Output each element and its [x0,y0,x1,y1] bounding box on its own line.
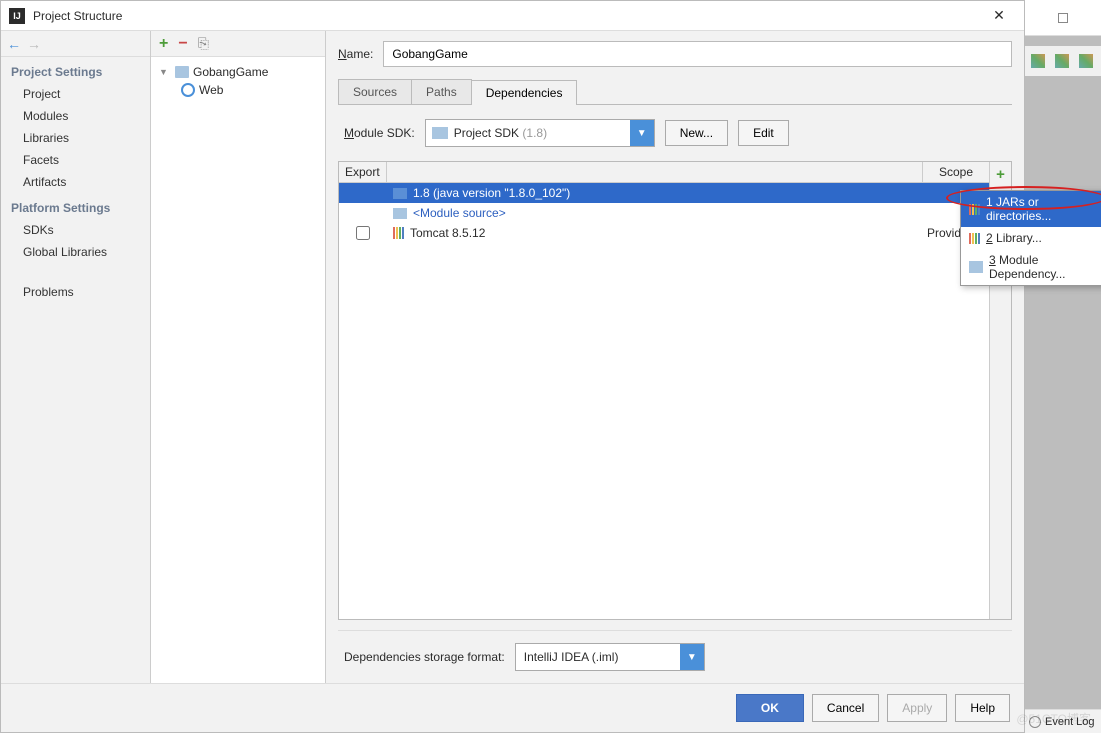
caret-down-icon: ▼ [630,120,654,146]
nav-problems[interactable]: Problems [1,281,150,303]
nav-facets[interactable]: Facets [1,149,150,171]
dependencies-table-area: Export Scope 1.8 (java version "1.8.0_10… [338,161,1012,620]
cancel-button[interactable]: Cancel [812,694,879,722]
storage-row: Dependencies storage format: IntelliJ ID… [338,630,1012,683]
app-icon: IJ [9,8,25,24]
apply-button[interactable]: Apply [887,694,947,722]
name-input[interactable] [383,41,1012,67]
sdk-dropdown[interactable]: Project SDK (1.8) ▼ [425,119,655,147]
header-export[interactable]: Export [339,162,387,182]
project-settings-header: Project Settings [1,57,150,83]
deps-header: Export Scope [339,162,989,183]
name-row: Name: [338,41,1012,67]
forward-icon: → [27,36,41,52]
folder-icon [393,208,407,219]
window-title: Project Structure [33,9,982,23]
outer-toolbar [1025,46,1101,76]
library-icon [969,233,980,244]
dep-row[interactable]: <Module source> [339,203,989,223]
library-icon [393,227,404,239]
tab-sources[interactable]: Sources [338,79,412,104]
help-button[interactable]: Help [955,694,1010,722]
caret-down-icon: ▼ [680,644,704,670]
web-icon [181,83,195,97]
project-structure-dialog: IJ Project Structure ✕ ← → Project Setti… [0,0,1025,733]
module-editor: Name: Sources Paths Dependencies Module … [326,31,1024,683]
chevron-down-icon[interactable]: ▼ [159,67,171,77]
ok-button[interactable]: OK [736,694,804,722]
tab-dependencies[interactable]: Dependencies [471,80,578,105]
sdk-row: Module SDK: Project SDK (1.8) ▼ New... E… [338,105,1012,161]
nav-sdks[interactable]: SDKs [1,219,150,241]
dialog-buttons: OK Cancel Apply Help [1,683,1024,732]
toolbar-icon[interactable] [1031,54,1045,68]
nav-libraries[interactable]: Libraries [1,127,150,149]
tree-web-row[interactable]: Web [155,81,321,99]
nav-modules[interactable]: Modules [1,105,150,127]
module-icon [969,261,983,273]
module-tabs: Sources Paths Dependencies [338,79,1012,105]
background-window [1025,0,1101,733]
nav-project[interactable]: Project [1,83,150,105]
add-icon[interactable]: + [159,35,168,53]
folder-icon [432,127,448,139]
add-dependency-menu: 1 JARs or directories... 2 Library... 3 … [960,190,1101,286]
dep-row[interactable]: Tomcat 8.5.12 Provided [339,223,989,243]
header-scope[interactable]: Scope [923,162,989,182]
module-icon [175,66,189,78]
tree-module-row[interactable]: ▼ GobangGame [155,63,321,81]
module-tree: ▼ GobangGame Web [151,57,325,105]
toolbar-icon[interactable] [1079,54,1093,68]
sdk-label: Module SDK: [344,126,415,140]
nav-artifacts[interactable]: Artifacts [1,171,150,193]
library-icon [969,204,980,215]
tree-label: GobangGame [193,65,268,79]
settings-sidebar: ← → Project Settings Project Modules Lib… [1,31,151,683]
remove-icon[interactable]: − [178,35,187,53]
tree-label: Web [199,83,223,97]
restore-icon[interactable] [1058,13,1068,23]
folder-icon [393,188,407,199]
edit-sdk-button[interactable]: Edit [738,120,789,146]
header-name[interactable] [387,162,923,182]
copy-icon[interactable]: ⎘ [198,35,209,52]
nav-global-libraries[interactable]: Global Libraries [1,241,150,263]
storage-dropdown[interactable]: IntelliJ IDEA (.iml) ▼ [515,643,705,671]
add-dependency-button[interactable]: + [996,166,1005,183]
dependencies-table: Export Scope 1.8 (java version "1.8.0_10… [339,162,989,619]
back-icon[interactable]: ← [7,36,21,52]
watermark: @51CTO博客 [1016,710,1091,727]
name-label: Name: [338,47,373,61]
menu-item-module-dependency[interactable]: 3 Module Dependency... [961,249,1101,285]
dep-row[interactable]: 1.8 (java version "1.8.0_102") [339,183,989,203]
storage-label: Dependencies storage format: [344,650,505,664]
tab-paths[interactable]: Paths [411,79,472,104]
menu-item-library[interactable]: 2 Library... [961,227,1101,249]
module-tree-panel: + − ⎘ ▼ GobangGame Web [151,31,326,683]
nav-toolbar: ← → [1,31,150,57]
toolbar-icon[interactable] [1055,54,1069,68]
menu-item-jars[interactable]: 1 JARs or directories... [961,191,1101,227]
new-sdk-button[interactable]: New... [665,120,728,146]
platform-settings-header: Platform Settings [1,193,150,219]
tree-toolbar: + − ⎘ [151,31,325,57]
export-checkbox[interactable] [356,226,370,240]
titlebar: IJ Project Structure ✕ [1,1,1024,31]
outer-window-controls [1025,0,1101,36]
close-button[interactable]: ✕ [982,7,1016,24]
